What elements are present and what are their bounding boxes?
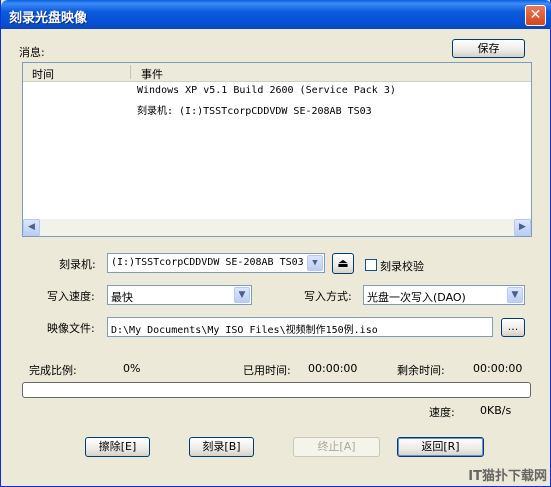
elapsed-value: 00:00:00: [308, 362, 358, 375]
recorder-value: (I:)TSSTcorpCDDVDW SE-208AB TS03: [111, 257, 304, 268]
verify-label: 刻录校验: [380, 260, 424, 273]
column-separator: [130, 65, 131, 79]
verify-checkbox[interactable]: [365, 259, 377, 271]
save-button[interactable]: 保存: [452, 39, 525, 58]
write-speed-value: 最快: [111, 291, 133, 304]
close-button[interactable]: ✕: [525, 5, 546, 26]
erase-button[interactable]: 擦除[E]: [85, 437, 150, 457]
complete-label: 完成比例:: [29, 364, 77, 377]
title-bar: 刻录光盘映像 ✕: [1, 0, 551, 29]
write-speed-label: 写入速度:: [47, 290, 95, 303]
write-mode-value: 光盘一次写入(DAO): [367, 291, 466, 304]
write-mode-label: 写入方式:: [304, 290, 352, 303]
list-header: 时间 事件: [23, 63, 531, 82]
remaining-label: 剩余时间:: [397, 364, 445, 377]
stop-button[interactable]: 终止[A]: [293, 437, 380, 457]
chevron-down-icon[interactable]: ▼: [507, 287, 523, 303]
eject-icon: ⏏: [337, 256, 349, 270]
remaining-value: 00:00:00: [473, 362, 523, 375]
scroll-right-icon[interactable]: ▶: [514, 219, 531, 236]
eject-button[interactable]: ⏏: [332, 253, 354, 274]
browse-button[interactable]: ...: [501, 318, 525, 337]
list-item: 刻录机: (I:)TSSTcorpCDDVDW SE-208AB TS03: [137, 106, 372, 117]
write-mode-select[interactable]: 光盘一次写入(DAO) ▼: [363, 285, 525, 305]
horizontal-scrollbar[interactable]: ◀ ▶: [23, 219, 531, 236]
column-event[interactable]: 事件: [141, 66, 163, 82]
messages-label: 消息:: [19, 46, 45, 59]
image-file-label: 映像文件:: [47, 322, 95, 335]
column-time[interactable]: 时间: [32, 66, 54, 82]
scroll-left-icon[interactable]: ◀: [23, 219, 40, 236]
window-title: 刻录光盘映像: [9, 11, 88, 26]
speed-label: 速度:: [429, 406, 455, 419]
recorder-label: 刻录机:: [59, 258, 96, 271]
chevron-down-icon[interactable]: ▼: [234, 287, 250, 303]
back-button[interactable]: 返回[R]: [397, 437, 484, 457]
image-file-input[interactable]: D:\My Documents\My ISO Files\视频制作150例.is…: [107, 317, 493, 337]
chevron-down-icon[interactable]: ▼: [307, 255, 323, 271]
write-speed-select[interactable]: 最快 ▼: [107, 285, 252, 305]
burn-button[interactable]: 刻录[B]: [189, 437, 254, 457]
progress-bar: [22, 382, 531, 398]
recorder-select[interactable]: (I:)TSSTcorpCDDVDW SE-208AB TS03 ▼: [107, 253, 325, 273]
speed-value: 0KB/s: [480, 404, 512, 417]
message-list[interactable]: 时间 事件 Windows XP v5.1 Build 2600 (Servic…: [22, 62, 532, 237]
elapsed-label: 已用时间:: [243, 364, 291, 377]
list-item: Windows XP v5.1 Build 2600 (Service Pack…: [137, 85, 396, 96]
watermark-logo: IT猫扑下载网: [468, 469, 547, 484]
complete-value: 0%: [123, 362, 141, 375]
burn-image-dialog: 刻录光盘映像 ✕ 消息: 保存 时间 事件 Windows XP v5.1 Bu…: [0, 0, 551, 487]
